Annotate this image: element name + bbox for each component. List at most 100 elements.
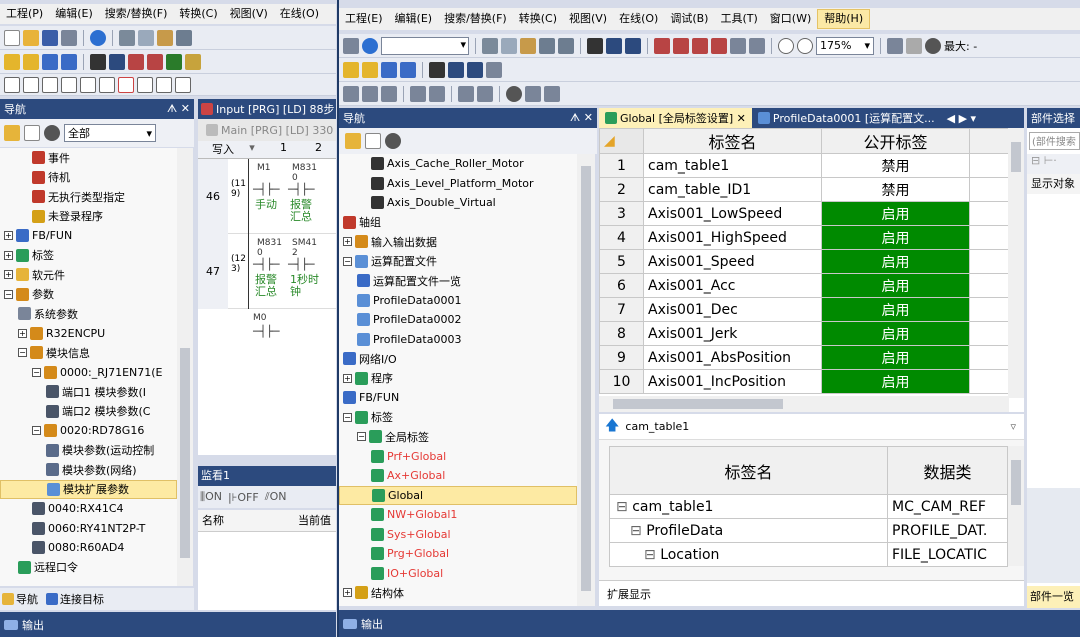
print-icon[interactable] xyxy=(61,29,77,46)
menu-convert[interactable]: 转换(C) xyxy=(513,9,563,29)
tree-item[interactable]: 网络I/O xyxy=(339,349,577,369)
write-plc-icon[interactable] xyxy=(654,37,670,54)
list-view-icon[interactable] xyxy=(525,85,541,102)
ladder-rung[interactable]: 46 (11 9) M1 ─┤├─ 手动 M831 0 ─┤├─ 报警 汇总 xyxy=(198,159,336,234)
new-icon[interactable] xyxy=(4,29,20,46)
tree-item[interactable]: + FB/FUN xyxy=(0,226,177,246)
back-tab-connect[interactable]: 连接目标 xyxy=(46,591,104,607)
cut-icon[interactable] xyxy=(119,29,135,46)
contact-f5-icon[interactable] xyxy=(4,76,20,93)
public-label-cell[interactable]: 禁用 xyxy=(821,153,970,178)
header-label-name[interactable]: 标签名 xyxy=(643,128,822,154)
tree-item[interactable]: FB/FUN xyxy=(339,388,577,408)
extra-cell[interactable] xyxy=(969,249,1010,274)
replace-icon[interactable] xyxy=(606,37,622,54)
redo-icon[interactable] xyxy=(558,37,574,54)
target-icon[interactable] xyxy=(506,85,522,102)
tree-view-icon[interactable] xyxy=(345,133,361,149)
public-label-cell[interactable]: 禁用 xyxy=(821,177,970,202)
st-icon[interactable] xyxy=(23,53,39,70)
public-label-cell[interactable]: 启用 xyxy=(821,321,970,346)
tree-item[interactable]: Axis_Double_Virtual xyxy=(339,193,577,213)
public-label-cell[interactable]: 启用 xyxy=(821,369,970,394)
menu-window[interactable]: 窗口(W) xyxy=(764,9,817,29)
delete-line-icon[interactable] xyxy=(118,76,134,93)
tree-item[interactable]: − 模块信息 xyxy=(0,343,177,363)
replace-icon[interactable] xyxy=(109,53,125,70)
extra-cell[interactable] xyxy=(969,321,1010,346)
row-number[interactable]: 3 xyxy=(599,201,644,226)
stop-icon[interactable] xyxy=(906,37,922,54)
back-program-tab[interactable]: Input [PRG] [LD] 88步 xyxy=(198,99,336,119)
tree-item[interactable]: − 参数 xyxy=(0,285,177,305)
tree-item[interactable]: Global xyxy=(339,485,577,505)
collapse-icon[interactable]: − xyxy=(18,348,27,358)
dropdown-icon[interactable]: ▾ xyxy=(238,141,266,158)
write-icon[interactable] xyxy=(147,53,163,70)
row-number[interactable]: 5 xyxy=(599,249,644,274)
tree-item[interactable]: 端口1 模块参数(I xyxy=(0,382,177,402)
front-nav-scrollbar[interactable] xyxy=(577,154,595,606)
save-icon[interactable] xyxy=(42,29,58,46)
detail-row[interactable]: ⊟ cam_table1 MC_CAM_REF xyxy=(609,494,1008,519)
row-number[interactable]: 8 xyxy=(599,321,644,346)
paste-icon[interactable] xyxy=(520,37,536,54)
find-icon[interactable] xyxy=(587,37,603,54)
menu-online[interactable]: 在线(O) xyxy=(613,9,664,29)
window2-icon[interactable] xyxy=(400,61,416,78)
label-name-cell[interactable]: Axis001_Speed xyxy=(643,249,822,274)
monitor-write-icon[interactable] xyxy=(749,37,765,54)
collapse-icon[interactable]: − xyxy=(343,412,352,422)
tree-item[interactable]: + 软元件 xyxy=(0,265,177,285)
tab-profiledata[interactable]: ProfileData0001 [运算配置文... xyxy=(752,108,941,128)
collapse-icon[interactable]: − xyxy=(343,256,352,266)
front-nav-pin-icon[interactable]: ᗑ ✕ xyxy=(570,111,593,125)
check-icon[interactable] xyxy=(925,37,941,54)
func-f9-icon[interactable] xyxy=(80,76,96,93)
row-number[interactable]: 9 xyxy=(599,345,644,370)
parts-list-tab[interactable]: 部件一览 xyxy=(1027,586,1080,608)
tree-expand-icon[interactable] xyxy=(343,85,359,102)
back-output-bar[interactable]: 输出 xyxy=(0,612,336,637)
settings-icon[interactable] xyxy=(385,133,401,149)
tree-item[interactable]: 0080:R60AD4 xyxy=(0,538,177,558)
label-name-cell[interactable]: Axis001_Dec xyxy=(643,297,822,322)
menu-project[interactable]: 工程(E) xyxy=(339,9,389,29)
back-tab-nav[interactable]: 导航 xyxy=(2,591,38,607)
undo-icon[interactable] xyxy=(539,37,555,54)
detail-row[interactable]: ⊟ Location FILE_LOCATIC xyxy=(609,542,1008,567)
window2-icon[interactable] xyxy=(61,53,77,70)
tree-item[interactable]: − 运算配置文件 xyxy=(339,252,577,272)
export-icon[interactable] xyxy=(458,85,474,102)
table-row[interactable]: 2 cam_table_ID1 禁用 xyxy=(599,177,1010,202)
monitor-off-button[interactable]: |⊦OFF xyxy=(228,491,259,504)
table-row[interactable]: 4 Axis001_HighSpeed 启用 xyxy=(599,225,1010,250)
contact-symbol[interactable]: ─┤├─ xyxy=(253,325,280,338)
extra-cell[interactable] xyxy=(969,201,1010,226)
tools-icon[interactable] xyxy=(486,61,502,78)
back-menu-edit[interactable]: 编辑(E) xyxy=(49,4,99,24)
zoom-select[interactable]: 175% ▾ xyxy=(816,36,874,55)
table-row[interactable]: 3 Axis001_LowSpeed 启用 xyxy=(599,201,1010,226)
tree-item[interactable]: 模块参数(运动控制 xyxy=(0,441,177,461)
cut-icon[interactable] xyxy=(482,37,498,54)
back-menu-convert[interactable]: 转换(C) xyxy=(173,4,223,24)
tree-item[interactable]: IO+Global xyxy=(339,564,577,584)
coil-f8-icon[interactable] xyxy=(61,76,77,93)
extra-cell[interactable] xyxy=(969,273,1010,298)
label-name-cell[interactable]: Axis001_Jerk xyxy=(643,321,822,346)
contact-symbol[interactable]: ─┤├─ xyxy=(253,183,280,196)
tree-item[interactable]: 未登录程序 xyxy=(0,207,177,227)
front-output-bar[interactable]: 输出 xyxy=(339,610,1080,637)
label-table-vscroll[interactable] xyxy=(1008,128,1024,398)
zoom-in-icon[interactable] xyxy=(778,37,794,54)
label-table-hscroll[interactable] xyxy=(599,396,1009,412)
tree-item[interactable]: 0060:RY41NT2P-T xyxy=(0,519,177,539)
tab-expand-display[interactable]: 扩展显示 xyxy=(607,586,651,602)
label-name-cell[interactable]: cam_table1 xyxy=(643,153,822,178)
paste-icon[interactable] xyxy=(157,29,173,46)
menu-edit[interactable]: 编辑(E) xyxy=(389,9,439,29)
tree-item[interactable]: − 0000:_RJ71EN71(E xyxy=(0,363,177,383)
tree-item[interactable]: 0040:RX41C4 xyxy=(0,499,177,519)
layout-icon[interactable] xyxy=(887,37,903,54)
